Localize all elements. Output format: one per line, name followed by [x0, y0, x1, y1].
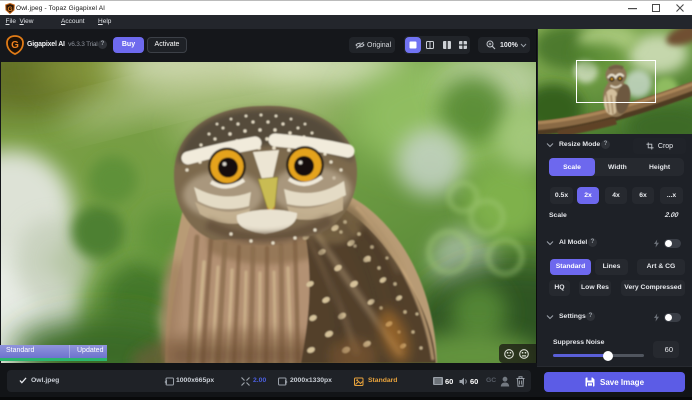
svg-text:G: G — [7, 6, 12, 13]
svg-text:G: G — [11, 40, 19, 51]
